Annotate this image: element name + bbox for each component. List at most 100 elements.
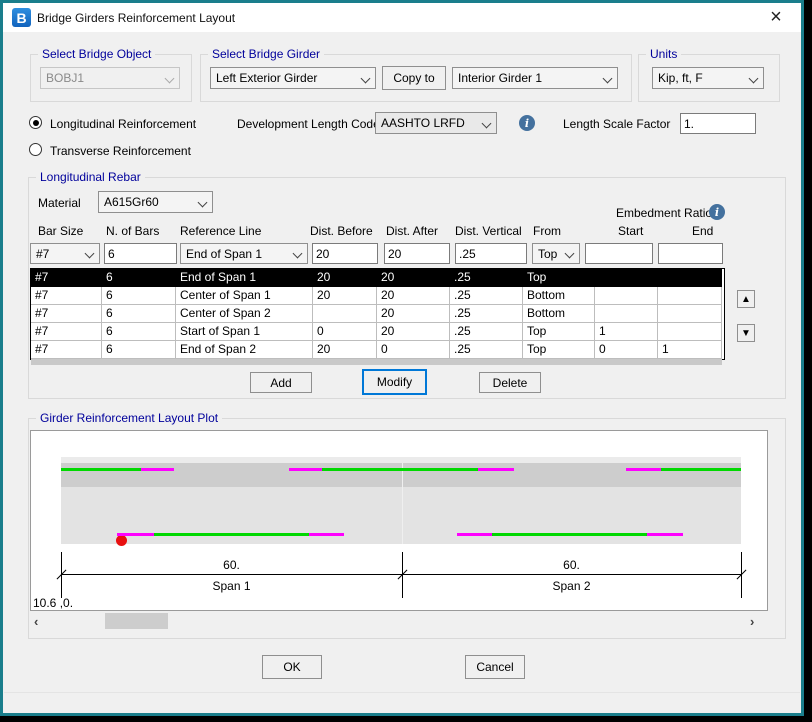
chevron-down-icon xyxy=(482,119,492,129)
rebar-segment-top xyxy=(141,468,174,471)
table-cell: 6 xyxy=(102,305,176,323)
table-cell: 20 xyxy=(313,269,377,287)
col-header-bar-size: Bar Size xyxy=(38,224,83,238)
table-cell xyxy=(313,305,377,323)
chevron-down-icon xyxy=(85,249,95,259)
table-cell: .25 xyxy=(450,305,523,323)
table-cell xyxy=(595,305,658,323)
rebar-table: #76End of Span 12020.25Top#76Center of S… xyxy=(30,268,725,360)
radio-transverse-reinforcement[interactable] xyxy=(29,143,42,156)
bridge-object-select[interactable]: BOBJ1 xyxy=(40,67,180,89)
rebar-segment-bottom xyxy=(309,533,344,536)
embedment-info-icon[interactable]: i xyxy=(709,204,725,220)
table-cell: Center of Span 1 xyxy=(176,287,313,305)
dist-after-input[interactable] xyxy=(384,243,450,264)
table-cell: 6 xyxy=(102,269,176,287)
copy-to-button[interactable]: Copy to xyxy=(382,66,446,90)
chevron-down-icon xyxy=(361,74,371,84)
bridge-girder-select[interactable]: Left Exterior Girder xyxy=(210,67,376,89)
table-cell: 0 xyxy=(377,341,450,359)
ok-button[interactable]: OK xyxy=(262,655,322,679)
rebar-table-row[interactable]: #76Center of Span 12020.25Bottom xyxy=(31,287,724,305)
table-cell: Bottom xyxy=(523,305,595,323)
move-row-up-button[interactable]: ▲ xyxy=(737,290,755,308)
embedment-start-input[interactable] xyxy=(585,243,653,264)
table-cell: Top xyxy=(523,323,595,341)
units-select[interactable]: Kip, ft, F xyxy=(652,67,764,89)
material-value: A615Gr60 xyxy=(104,195,159,209)
span2-label: Span 2 xyxy=(402,579,741,593)
table-cell: #7 xyxy=(31,287,102,305)
chevron-down-icon xyxy=(603,74,613,84)
chevron-down-icon xyxy=(165,74,175,84)
rebar-segment-bottom xyxy=(647,533,683,536)
rebar-segment-top xyxy=(661,468,741,471)
dist-before-input[interactable] xyxy=(312,243,378,264)
dev-length-code-select[interactable]: AASHTO LRFD xyxy=(375,112,497,134)
table-cell: Center of Span 2 xyxy=(176,305,313,323)
table-cell xyxy=(658,287,722,305)
dev-length-info-icon[interactable]: i xyxy=(519,115,535,131)
plot-scrollbar-thumb[interactable] xyxy=(105,613,168,629)
from-value: Top xyxy=(538,247,557,261)
add-button[interactable]: Add xyxy=(250,372,312,393)
rebar-segment-top xyxy=(289,468,322,471)
window-title: Bridge Girders Reinforcement Layout xyxy=(37,11,235,25)
span2-length-label: 60. xyxy=(402,558,741,572)
table-cell: 1 xyxy=(658,341,722,359)
table-cell xyxy=(658,305,722,323)
girder-plot-canvas[interactable]: 60. 60. Span 1 Span 2 10.6 ,0. xyxy=(30,430,768,611)
group-label: Units xyxy=(646,47,681,61)
table-hscrollbar[interactable] xyxy=(31,359,722,365)
scroll-left-icon[interactable]: ‹ xyxy=(34,614,38,630)
delete-button[interactable]: Delete xyxy=(479,372,541,393)
rebar-table-row[interactable]: #76End of Span 12020.25Top xyxy=(31,269,724,287)
radio-longitudinal-reinforcement[interactable] xyxy=(29,116,42,129)
arrow-up-icon: ▲ xyxy=(741,294,751,305)
radio-transverse-label: Transverse Reinforcement xyxy=(50,144,191,158)
from-select[interactable]: Top xyxy=(532,243,580,264)
bar-size-select[interactable]: #7 xyxy=(30,243,100,264)
reference-line-select[interactable]: End of Span 1 xyxy=(180,243,308,264)
span-divider-line xyxy=(402,463,403,544)
rebar-table-row[interactable]: #76Start of Span 1020.25Top1 xyxy=(31,323,724,341)
bridge-girder-value: Left Exterior Girder xyxy=(216,71,317,85)
rebar-segment-top xyxy=(61,468,141,471)
close-icon[interactable]: × xyxy=(763,5,789,29)
copy-target-value: Interior Girder 1 xyxy=(458,71,542,85)
table-cell: #7 xyxy=(31,323,102,341)
move-row-down-button[interactable]: ▼ xyxy=(737,324,755,342)
dev-length-code-label: Development Length Code xyxy=(237,117,380,131)
col-header-dist-after: Dist. After xyxy=(386,224,438,238)
cancel-button[interactable]: Cancel xyxy=(465,655,525,679)
rebar-table-row[interactable]: #76Center of Span 220.25Bottom xyxy=(31,305,724,323)
reference-line-value: End of Span 1 xyxy=(186,247,262,261)
modify-button[interactable]: Modify xyxy=(362,369,427,395)
length-scale-factor-input[interactable] xyxy=(680,113,756,134)
snap-point-dot xyxy=(116,535,127,546)
group-label: Select Bridge Object xyxy=(38,47,155,61)
col-header-n-of-bars: N. of Bars xyxy=(106,224,159,238)
n-of-bars-input[interactable] xyxy=(104,243,177,264)
table-cell xyxy=(595,269,658,287)
footer-divider xyxy=(4,692,800,693)
title-bar: B Bridge Girders Reinforcement Layout × xyxy=(3,3,801,32)
girder-top-flange xyxy=(61,463,741,487)
material-select[interactable]: A615Gr60 xyxy=(98,191,213,213)
rebar-segment-bottom xyxy=(492,533,647,536)
scroll-right-icon[interactable]: › xyxy=(750,614,754,630)
table-cell: 20 xyxy=(313,287,377,305)
embedment-end-input[interactable] xyxy=(658,243,723,264)
table-cell: End of Span 2 xyxy=(176,341,313,359)
table-cell: .25 xyxy=(450,323,523,341)
arrow-down-icon: ▼ xyxy=(741,328,751,339)
chevron-down-icon xyxy=(293,249,303,259)
dist-vertical-input[interactable] xyxy=(455,243,527,264)
rebar-segment-top xyxy=(322,468,478,471)
rebar-table-row[interactable]: #76End of Span 2200.25Top01 xyxy=(31,341,724,359)
col-header-dist-vertical: Dist. Vertical xyxy=(455,224,522,238)
table-cell: #7 xyxy=(31,341,102,359)
copy-target-select[interactable]: Interior Girder 1 xyxy=(452,67,618,89)
table-cell: #7 xyxy=(31,305,102,323)
table-cell: Bottom xyxy=(523,287,595,305)
